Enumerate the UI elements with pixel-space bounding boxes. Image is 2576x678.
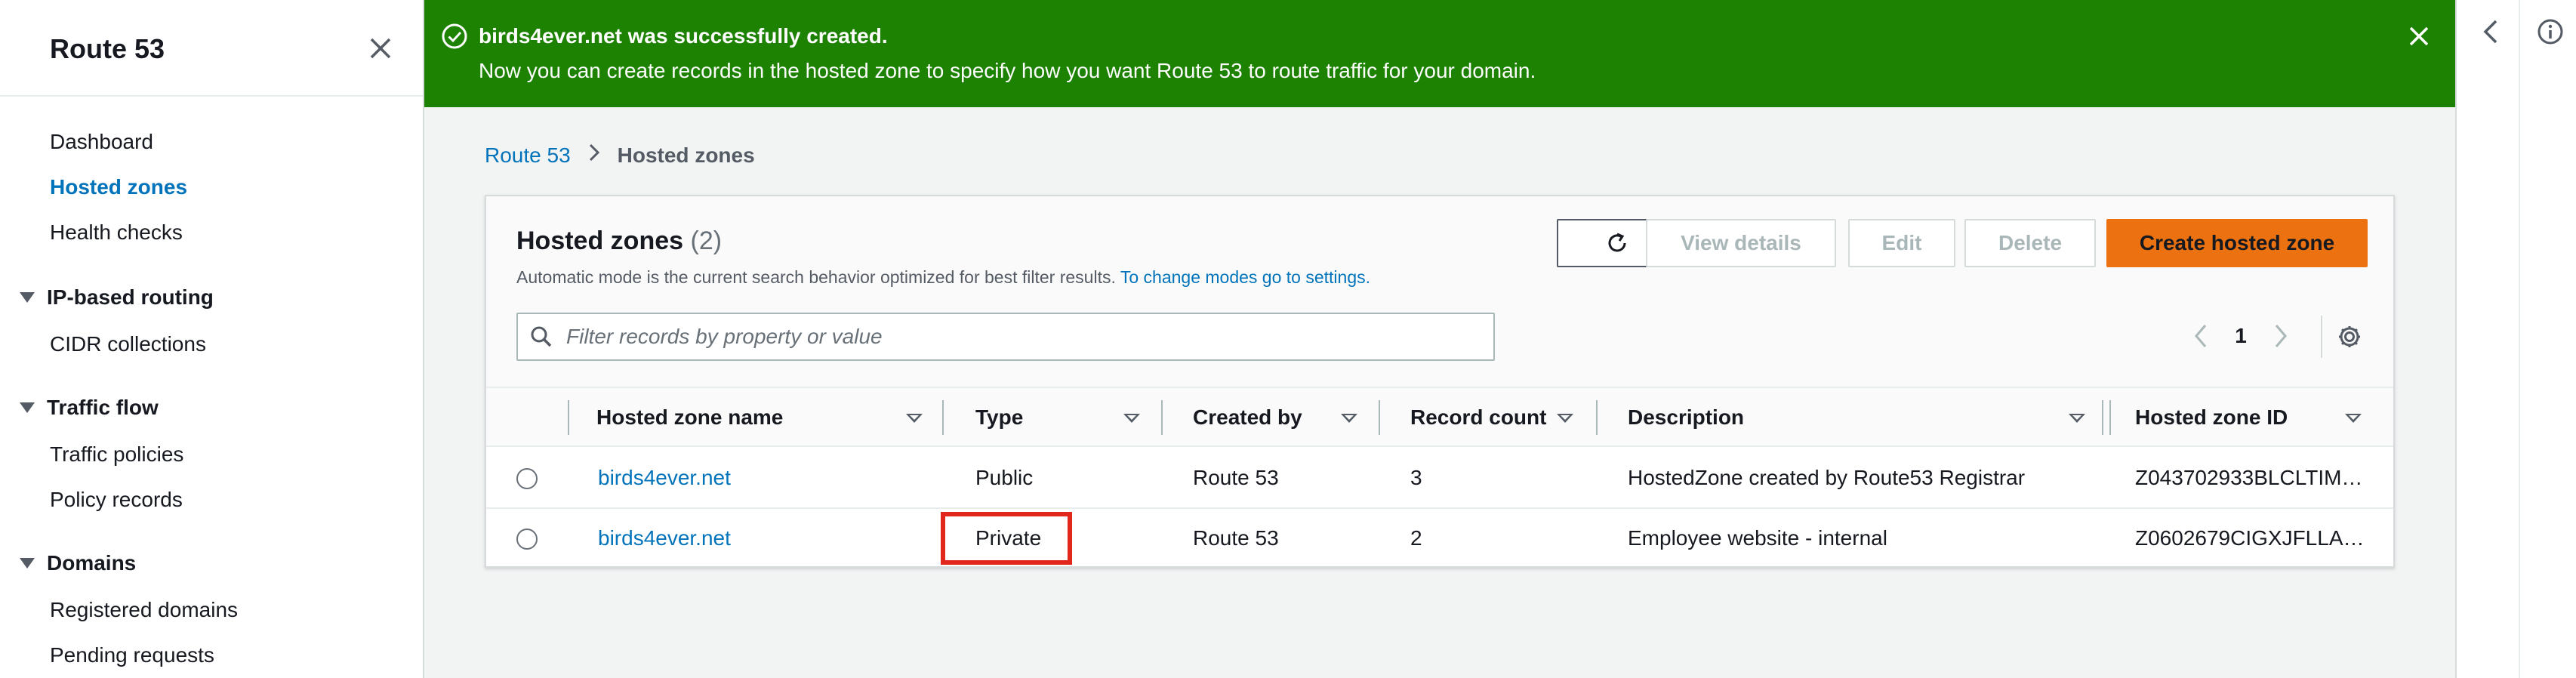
create-hosted-zone-button[interactable]: Create hosted zone	[2106, 219, 2368, 267]
table-header: Hosted zone name Type Created by Record …	[486, 388, 2393, 447]
edit-button[interactable]: Edit	[1848, 219, 1955, 267]
side-navigation: Route 53 Dashboard Hosted zones Health c…	[0, 0, 424, 678]
info-icon[interactable]	[2537, 18, 2564, 45]
created-by-cell: Route 53	[1193, 526, 1279, 550]
rail-divider	[2519, 0, 2520, 678]
sort-icon[interactable]	[1123, 414, 1140, 423]
section-domains[interactable]: Domains	[20, 551, 136, 575]
hosted-zone-name-link[interactable]: birds4ever.net	[598, 448, 731, 507]
row-select-radio[interactable]	[516, 468, 538, 489]
breadcrumb-current: Hosted zones	[617, 143, 755, 167]
section-traffic-flow[interactable]: Traffic flow	[20, 396, 159, 420]
sort-icon[interactable]	[1557, 414, 1573, 423]
created-by-cell: Route 53	[1193, 466, 1279, 489]
column-divider	[942, 400, 944, 435]
column-header-type[interactable]: Type	[975, 388, 1023, 447]
hosted-zone-id-cell: Z043702933BLCLTIM…	[2135, 466, 2363, 489]
hosted-zones-table-panel: Hosted zones (2) Automatic mode is the c…	[485, 195, 2395, 568]
section-label: Traffic flow	[47, 396, 159, 419]
section-ip-based-routing[interactable]: IP-based routing	[20, 285, 214, 310]
flash-title: birds4ever.net was successfully created.	[479, 24, 888, 48]
hosted-zone-id-cell: Z0602679CIGXJFLLA…	[2135, 526, 2365, 550]
hosted-zone-name-link[interactable]: birds4ever.net	[598, 509, 731, 568]
panel-header: Hosted zones (2) Automatic mode is the c…	[486, 196, 2393, 388]
panel-title-text: Hosted zones	[516, 227, 684, 255]
sidebar-item-health-checks[interactable]: Health checks	[50, 220, 183, 245]
table-row[interactable]: birds4ever.net Private Route 53 2 Employ…	[486, 509, 2393, 569]
column-divider	[2109, 400, 2111, 435]
refresh-icon	[1608, 233, 1626, 252]
type-cell: Public	[975, 466, 1034, 489]
panel-count: (2)	[690, 227, 723, 255]
success-check-icon	[441, 23, 468, 50]
sort-icon[interactable]	[2345, 414, 2362, 423]
pagination: 1	[2182, 317, 2300, 355]
column-header-record-count[interactable]: Record count	[1410, 388, 1546, 447]
sort-icon[interactable]	[906, 414, 923, 423]
column-divider	[568, 400, 569, 435]
previous-page-icon[interactable]	[2182, 317, 2220, 355]
panel-title: Hosted zones (2)	[516, 227, 722, 256]
column-divider	[1379, 400, 1380, 435]
view-details-button[interactable]: View details	[1646, 219, 1836, 267]
sidebar-item-pending-requests[interactable]: Pending requests	[50, 643, 214, 667]
caret-down-icon	[20, 402, 35, 413]
search-icon	[530, 325, 553, 348]
description-cell: HostedZone created by Route53 Registrar	[1628, 466, 2026, 489]
sidebar-title: Route 53	[50, 33, 165, 64]
filter-search-box	[516, 313, 1495, 361]
filter-input[interactable]	[566, 325, 1472, 349]
section-label: IP-based routing	[47, 285, 214, 309]
pager-divider	[2321, 316, 2322, 358]
sidebar-item-hosted-zones[interactable]: Hosted zones	[50, 175, 187, 199]
column-header-created-by[interactable]: Created by	[1193, 388, 1302, 447]
caret-down-icon	[20, 558, 35, 569]
column-header-hosted-zone-name[interactable]: Hosted zone name	[596, 388, 783, 447]
delete-button[interactable]: Delete	[1964, 219, 2096, 267]
chevron-right-icon	[587, 142, 601, 168]
success-flashbar: birds4ever.net was successfully created.…	[424, 0, 2455, 107]
sort-icon[interactable]	[2069, 414, 2085, 423]
sidebar-item-traffic-policies[interactable]: Traffic policies	[50, 442, 183, 467]
sidebar-item-registered-domains[interactable]: Registered domains	[50, 598, 238, 622]
dismiss-icon[interactable]	[2405, 23, 2433, 50]
description-cell: Employee website - internal	[1628, 526, 1887, 550]
table-row[interactable]: birds4ever.net Public Route 53 3 HostedZ…	[486, 448, 2393, 509]
flash-message: Now you can create records in the hosted…	[479, 59, 1536, 82]
close-icon[interactable]	[365, 33, 396, 63]
type-cell: Private	[975, 526, 1042, 550]
column-header-hosted-zone-id[interactable]: Hosted zone ID	[2135, 388, 2288, 447]
column-divider	[2102, 400, 2103, 435]
column-header-description[interactable]: Description	[1628, 388, 1744, 447]
sidebar-item-policy-records[interactable]: Policy records	[50, 488, 183, 512]
caret-down-icon	[20, 292, 35, 303]
breadcrumb: Route 53 Hosted zones	[485, 142, 755, 168]
settings-link[interactable]: To change modes go to settings.	[1120, 267, 1370, 287]
column-divider	[1596, 400, 1598, 435]
gear-icon[interactable]	[2333, 320, 2366, 353]
sidebar-item-dashboard[interactable]: Dashboard	[50, 130, 153, 154]
sidebar-header: Route 53	[0, 0, 423, 97]
right-tools-rail	[2455, 0, 2576, 678]
next-page-icon[interactable]	[2262, 317, 2300, 355]
sort-icon[interactable]	[1341, 414, 1357, 423]
breadcrumb-route53[interactable]: Route 53	[485, 143, 571, 168]
section-label: Domains	[47, 551, 137, 575]
sidebar-item-cidr-collections[interactable]: CIDR collections	[50, 332, 206, 356]
panel-description: Automatic mode is the current search beh…	[516, 267, 1370, 288]
column-divider	[1161, 400, 1163, 435]
record-count-cell: 2	[1410, 526, 1422, 550]
row-select-radio[interactable]	[516, 529, 538, 550]
description-text: Automatic mode is the current search beh…	[516, 267, 1116, 287]
chevron-left-icon[interactable]	[2479, 18, 2504, 45]
page-number[interactable]: 1	[2220, 324, 2262, 348]
record-count-cell: 3	[1410, 466, 1422, 489]
